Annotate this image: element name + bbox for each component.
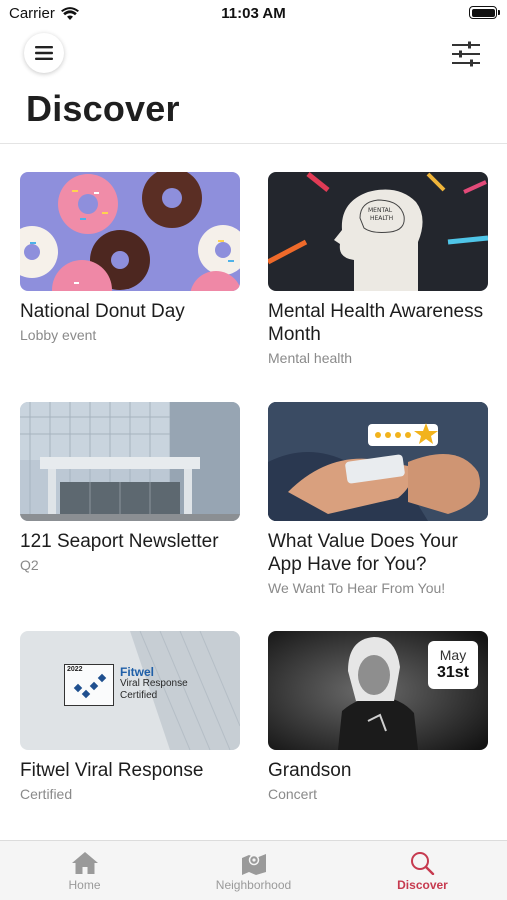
card-subtitle: Certified: [20, 786, 73, 802]
card-image-building: [20, 402, 240, 521]
status-bar: Carrier 11:03 AM: [0, 0, 507, 28]
card-grandson[interactable]: May 31st Grandson Concert: [268, 631, 488, 802]
sliders-icon: [452, 41, 480, 67]
card-title: Fitwel Viral Response: [20, 760, 204, 781]
menu-button[interactable]: [24, 33, 64, 73]
card-image-donuts: [20, 172, 240, 291]
image-caption: MENTAL: [368, 207, 393, 214]
card-title: Grandson: [268, 760, 352, 781]
tab-label: Home: [68, 878, 101, 892]
battery-icon: [469, 6, 500, 19]
filter-button[interactable]: [451, 40, 481, 68]
card-seaport-newsletter[interactable]: 121 Seaport Newsletter Q2: [20, 402, 240, 573]
card-image-concert: May 31st: [268, 631, 488, 750]
fitwel-logo: 2022 Fitwel Viral Response Certified: [64, 664, 188, 706]
tab-home[interactable]: Home: [0, 841, 169, 900]
tab-neighborhood[interactable]: Neighborhood: [169, 841, 338, 900]
card-app-value[interactable]: What Value Does Your App Have for You? W…: [268, 402, 488, 596]
tab-label: Discover: [397, 878, 448, 892]
date-month: May: [439, 647, 467, 663]
status-time: 11:03 AM: [221, 5, 286, 22]
card-subtitle: Q2: [20, 557, 39, 573]
search-icon: [410, 852, 434, 875]
image-caption: HEALTH: [370, 215, 393, 222]
card-subtitle: We Want To Hear From You!: [268, 580, 446, 596]
fitwel-line2: Certified: [120, 690, 158, 701]
card-subtitle: Lobby event: [20, 327, 97, 343]
fitwel-line1: Viral Response: [120, 678, 188, 689]
card-national-donut-day[interactable]: National Donut Day Lobby event: [20, 172, 240, 343]
card-fitwel[interactable]: 2022 Fitwel Viral Response Certified Fit…: [20, 631, 240, 802]
header-divider: [0, 143, 507, 144]
card-subtitle: Mental health: [268, 350, 353, 366]
map-icon: [241, 854, 266, 875]
card-image-mental-health: MENTAL HEALTH: [268, 172, 488, 291]
card-title: National Donut Day: [20, 301, 185, 322]
card-image-phone-rating: [268, 402, 488, 521]
card-image-fitwel: 2022 Fitwel Viral Response Certified: [20, 631, 240, 750]
card-subtitle: Concert: [268, 786, 318, 802]
hamburger-icon: [35, 46, 53, 60]
date-badge: May 31st: [428, 641, 478, 689]
fitwel-brand: Fitwel: [120, 665, 155, 679]
card-title: 121 Seaport Newsletter: [20, 531, 219, 552]
date-day: 31st: [436, 664, 470, 681]
tab-label: Neighborhood: [215, 878, 292, 892]
card-mental-health[interactable]: MENTAL HEALTH Mental Health Awareness Mo…: [268, 172, 488, 366]
page-title: Discover: [26, 88, 180, 129]
card-title: Mental Health Awareness Month: [268, 301, 484, 345]
tab-discover[interactable]: Discover: [338, 841, 507, 900]
card-title: What Value Does Your App Have for You?: [268, 531, 458, 575]
tab-bar: Home Neighborhood Discover: [0, 840, 507, 900]
home-icon: [71, 852, 98, 874]
